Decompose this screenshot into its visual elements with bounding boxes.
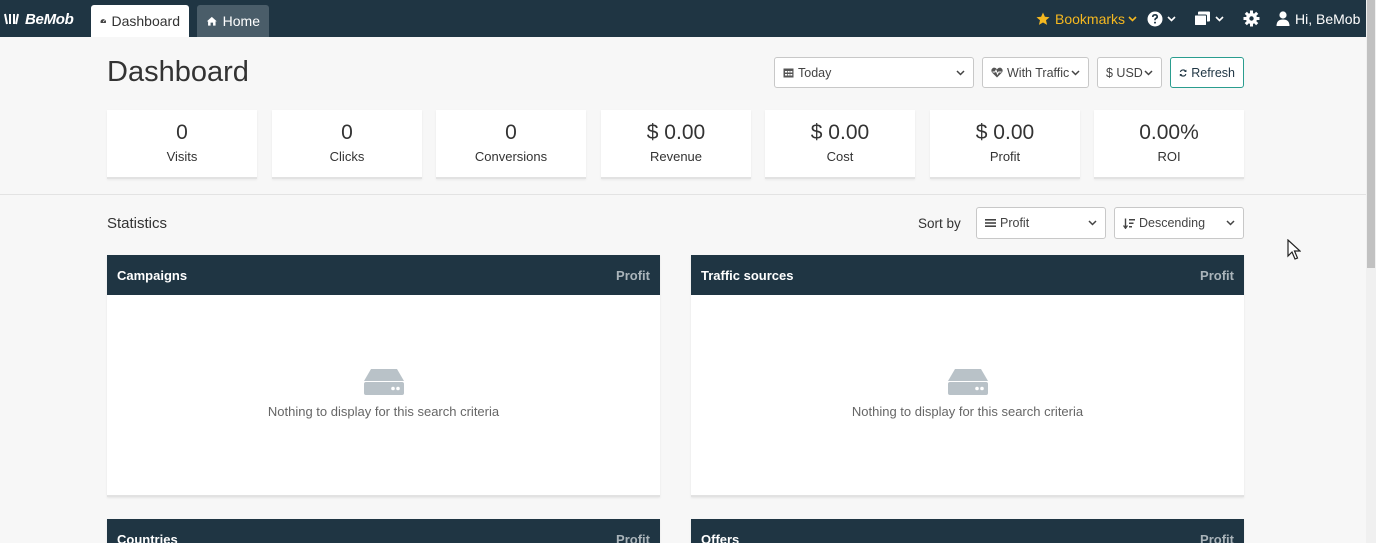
refresh-button[interactable]: Refresh (1170, 57, 1244, 88)
panel-header: Offers Profit (691, 519, 1244, 543)
chevron-down-icon (1215, 15, 1224, 22)
statistics-title: Statistics (107, 215, 168, 232)
logo-text: BeMob (25, 10, 74, 28)
panel-title: Campaigns (117, 267, 188, 283)
chevron-down-icon (1226, 220, 1235, 226)
panel-header: Campaigns Profit (107, 255, 660, 295)
bookmarks-menu[interactable]: Bookmarks (1036, 0, 1137, 37)
empty-message: Nothing to display for this search crite… (851, 404, 1084, 419)
chevron-down-icon (1088, 220, 1097, 226)
tab-home-label: Home (222, 13, 260, 29)
stat-value: $ 0.00 (810, 121, 870, 144)
settings-button[interactable] (1243, 0, 1260, 37)
chevron-down-icon (1167, 15, 1176, 22)
stat-card-profit: $ 0.00 Profit (930, 110, 1080, 179)
heartbeat-icon (991, 67, 1003, 78)
bemob-logo-icon (4, 13, 19, 25)
empty-state: Nothing to display for this search crite… (107, 368, 660, 419)
stat-value: $ 0.00 (646, 121, 706, 144)
tab-dashboard-label: Dashboard (111, 13, 181, 29)
panel-title: Offers (701, 531, 740, 543)
gauge-icon (100, 19, 106, 23)
traffic-sources-panel: Traffic sources Profit Nothing to displa… (691, 255, 1244, 497)
stat-label: Visits (166, 149, 198, 164)
stat-label: Conversions (474, 149, 548, 164)
tab-home[interactable]: Home (197, 5, 269, 37)
date-range-select[interactable]: Today (774, 57, 974, 88)
traffic-filter-value: With Traffic (1007, 65, 1070, 80)
stat-card-roi: 0.00% ROI (1094, 110, 1244, 179)
stat-card-conversions: 0 Conversions (436, 110, 586, 179)
star-icon (1036, 12, 1050, 25)
chevron-down-icon (956, 69, 965, 76)
stat-card-cost: $ 0.00 Cost (765, 110, 915, 179)
sort-by-label: Sort by (918, 216, 961, 231)
refresh-label: Refresh (1191, 65, 1235, 80)
traffic-filter-select[interactable]: With Traffic (982, 57, 1089, 88)
sort-field-value: Profit (1000, 216, 1030, 230)
chevron-down-icon (1128, 15, 1137, 22)
tab-dashboard[interactable]: Dashboard (91, 5, 189, 37)
page-scrollbar[interactable] (1366, 0, 1376, 543)
bemob-logo[interactable]: BeMob (4, 9, 74, 29)
chevron-down-icon (1071, 69, 1080, 76)
duplicate-menu[interactable] (1194, 0, 1224, 37)
stat-value: 0.00% (1139, 121, 1199, 144)
empty-message: Nothing to display for this search crite… (267, 404, 500, 419)
scrollbar-thumb[interactable] (1367, 0, 1375, 268)
stat-label: Cost (826, 149, 854, 164)
hard-drive-icon (947, 369, 988, 395)
stat-label: Revenue (649, 149, 703, 164)
help-icon (1147, 11, 1163, 26)
user-greeting: Hi, BeMob (1295, 10, 1361, 27)
panel-header: Traffic sources Profit (691, 255, 1244, 295)
currency-select[interactable]: $ USD (1097, 57, 1162, 88)
user-icon (1276, 11, 1290, 26)
copy-icon (1194, 11, 1210, 26)
empty-state: Nothing to display for this search crite… (691, 368, 1244, 419)
panel-title: Traffic sources (701, 267, 794, 283)
stat-value: 0 (341, 121, 353, 144)
sort-order-value: Descending (1139, 216, 1206, 230)
panel-body: Nothing to display for this search crite… (107, 295, 660, 495)
stat-value: 0 (176, 121, 188, 144)
stat-card-clicks: 0 Clicks (272, 110, 422, 179)
bookmarks-label: Bookmarks (1055, 10, 1126, 27)
panel-body: Nothing to display for this search crite… (691, 295, 1244, 495)
chevron-down-icon (1144, 69, 1153, 76)
campaigns-panel: Campaigns Profit Nothing to display for … (107, 255, 660, 497)
sort-descending-icon (1123, 218, 1135, 229)
top-navbar: BeMob Dashboard Home Bookmarks Hi, BeMob (0, 0, 1366, 37)
panel-metric-label: Profit (616, 531, 650, 543)
countries-panel: Countries Profit (107, 519, 660, 543)
sort-order-select[interactable]: Descending (1114, 207, 1244, 239)
panel-header: Countries Profit (107, 519, 660, 543)
stat-label: Clicks (329, 149, 365, 164)
stat-card-visits: 0 Visits (107, 110, 257, 179)
sort-field-select[interactable]: Profit (976, 207, 1106, 239)
list-icon (985, 219, 996, 227)
home-icon (206, 16, 217, 26)
offers-panel: Offers Profit (691, 519, 1244, 543)
stat-value: 0 (505, 121, 517, 144)
panel-metric-label: Profit (616, 267, 650, 283)
stat-card-revenue: $ 0.00 Revenue (601, 110, 751, 179)
gear-icon (1243, 10, 1260, 27)
stat-label: Profit (989, 149, 1021, 164)
help-menu[interactable] (1147, 0, 1176, 37)
currency-value: $ USD (1106, 65, 1143, 80)
panel-title: Countries (117, 531, 178, 543)
date-range-value: Today (798, 65, 832, 80)
refresh-icon (1179, 68, 1187, 77)
page-title: Dashboard (107, 56, 249, 88)
user-menu[interactable]: Hi, BeMob (1276, 0, 1360, 37)
stat-label: ROI (1157, 149, 1181, 164)
panel-metric-label: Profit (1200, 531, 1234, 543)
stat-value: $ 0.00 (975, 121, 1035, 144)
panel-metric-label: Profit (1200, 267, 1234, 283)
calendar-icon (783, 68, 794, 78)
section-divider (0, 194, 1366, 195)
mouse-cursor-icon (1287, 239, 1301, 260)
hard-drive-icon (363, 369, 404, 395)
